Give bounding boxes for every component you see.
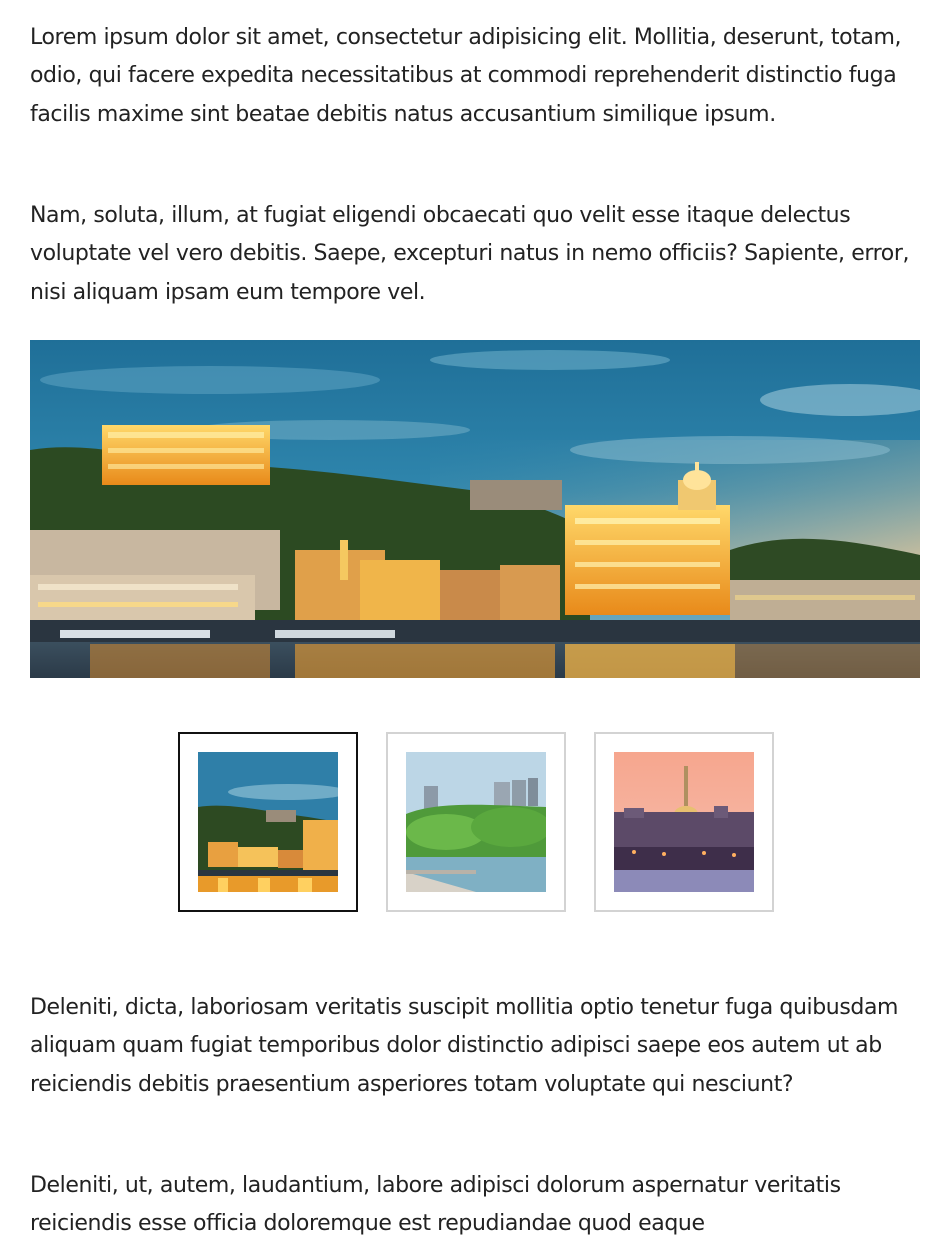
thumbnail-image-river-park — [406, 752, 546, 892]
gallery-thumbnail-2[interactable] — [386, 732, 566, 912]
article-paragraph-1: Lorem ipsum dolor sit amet, consectetur … — [30, 25, 902, 127]
thumbnail-image-sunset-monument — [614, 752, 754, 892]
article-paragraph-3: Deleniti, dicta, laboriosam veritatis su… — [30, 995, 899, 1097]
thumbnail-image-night-city — [198, 752, 338, 892]
gallery-thumbnails — [178, 732, 774, 912]
gallery-thumbnail-1[interactable] — [178, 732, 358, 912]
gallery-thumbnail-3[interactable] — [594, 732, 774, 912]
article-paragraph-2: Nam, soluta, illum, at fugiat eligendi o… — [30, 203, 910, 305]
gallery-main-image — [30, 340, 920, 678]
article-paragraph-4: Deleniti, ut, autem, laudantium, labore … — [30, 1173, 841, 1237]
